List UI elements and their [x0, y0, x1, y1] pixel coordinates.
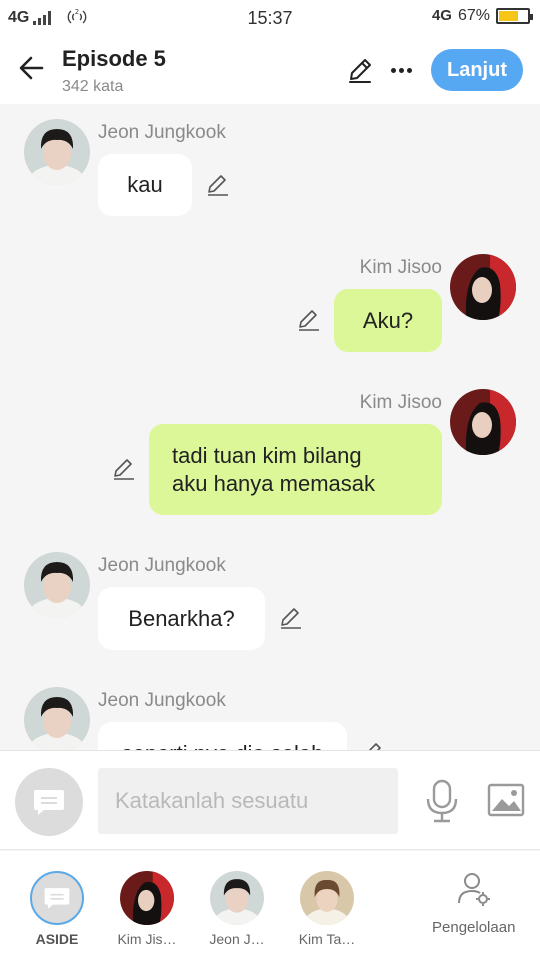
message-text: kau [127, 172, 163, 197]
more-options-icon[interactable] [386, 56, 416, 84]
back-arrow-icon[interactable] [16, 52, 48, 84]
episode-title: Episode 5 [62, 46, 166, 71]
avatar-jeon-jungkook[interactable] [24, 119, 90, 185]
sender-name: Kim Jisoo [359, 257, 442, 278]
message-bubble[interactable]: seperti nya dia salah [98, 722, 347, 750]
avatar [210, 871, 264, 925]
edit-message-icon[interactable] [278, 605, 304, 631]
character-label: Jeon J… [209, 931, 265, 947]
battery-percent: 67% [457, 7, 490, 24]
character-label: Kim Ta… [298, 931, 356, 947]
edit-message-icon[interactable] [111, 456, 137, 482]
chat-area: Jeon Jungkook kau Kim Jisoo Aku? Kim Jis… [0, 104, 540, 750]
message-bubble[interactable]: tadi tuan kim bilang aku hanya memasak [149, 424, 442, 515]
edit-title-icon[interactable] [346, 56, 374, 84]
next-button[interactable]: Lanjut [431, 49, 523, 91]
image-icon[interactable] [487, 783, 525, 817]
avatar-kim-jisoo[interactable] [450, 389, 516, 455]
microphone-icon[interactable] [424, 779, 460, 823]
battery-icon [496, 8, 533, 24]
sender-name: Jeon Jungkook [98, 122, 226, 143]
person-settings-icon [458, 873, 490, 906]
message-bubble[interactable]: Aku? [334, 289, 442, 352]
character-label: ASIDE [35, 931, 79, 947]
chat-bubble-icon [34, 790, 64, 815]
avatar-jeon-jungkook[interactable] [24, 687, 90, 750]
character-label: Kim Jis… [117, 931, 177, 947]
avatar-jeon-jungkook[interactable] [24, 552, 90, 618]
edit-message-icon[interactable] [296, 307, 322, 333]
avatar [120, 871, 174, 925]
aside-toggle-button[interactable] [15, 768, 83, 836]
edit-message-icon[interactable] [205, 172, 231, 198]
sender-name: Kim Jisoo [359, 392, 442, 413]
message-text-line: tadi tuan kim bilang [172, 442, 362, 468]
sender-name: Jeon Jungkook [98, 555, 226, 576]
input-bar [0, 750, 540, 850]
avatar [300, 871, 354, 925]
edit-message-icon[interactable] [360, 740, 386, 750]
message-bubble[interactable]: kau [98, 154, 192, 216]
chat-bubble-icon [44, 888, 70, 909]
message-bubble[interactable]: Benarkha? [98, 587, 265, 650]
manage-label: Pengelolaan [432, 919, 516, 936]
message-text: seperti nya dia salah [122, 741, 324, 751]
network-type-right: 4G [431, 7, 452, 24]
aside-avatar [30, 871, 84, 925]
message-text-line: aku hanya memasak [172, 470, 375, 496]
message-input[interactable] [98, 768, 398, 834]
word-count: 342 kata [62, 78, 124, 95]
avatar-kim-jisoo[interactable] [450, 254, 516, 320]
status-bar: 4G 2 15:37 4G 67% [0, 0, 540, 36]
character-bar: ASIDE Kim Jis… Jeon J… Kim Ta… Pengelola… [0, 851, 540, 960]
message-text: Aku? [362, 307, 414, 333]
message-text: Benarkha? [128, 605, 235, 631]
header: Episode 5 342 kata Lanjut [0, 36, 540, 104]
sender-name: Jeon Jungkook [98, 690, 226, 711]
